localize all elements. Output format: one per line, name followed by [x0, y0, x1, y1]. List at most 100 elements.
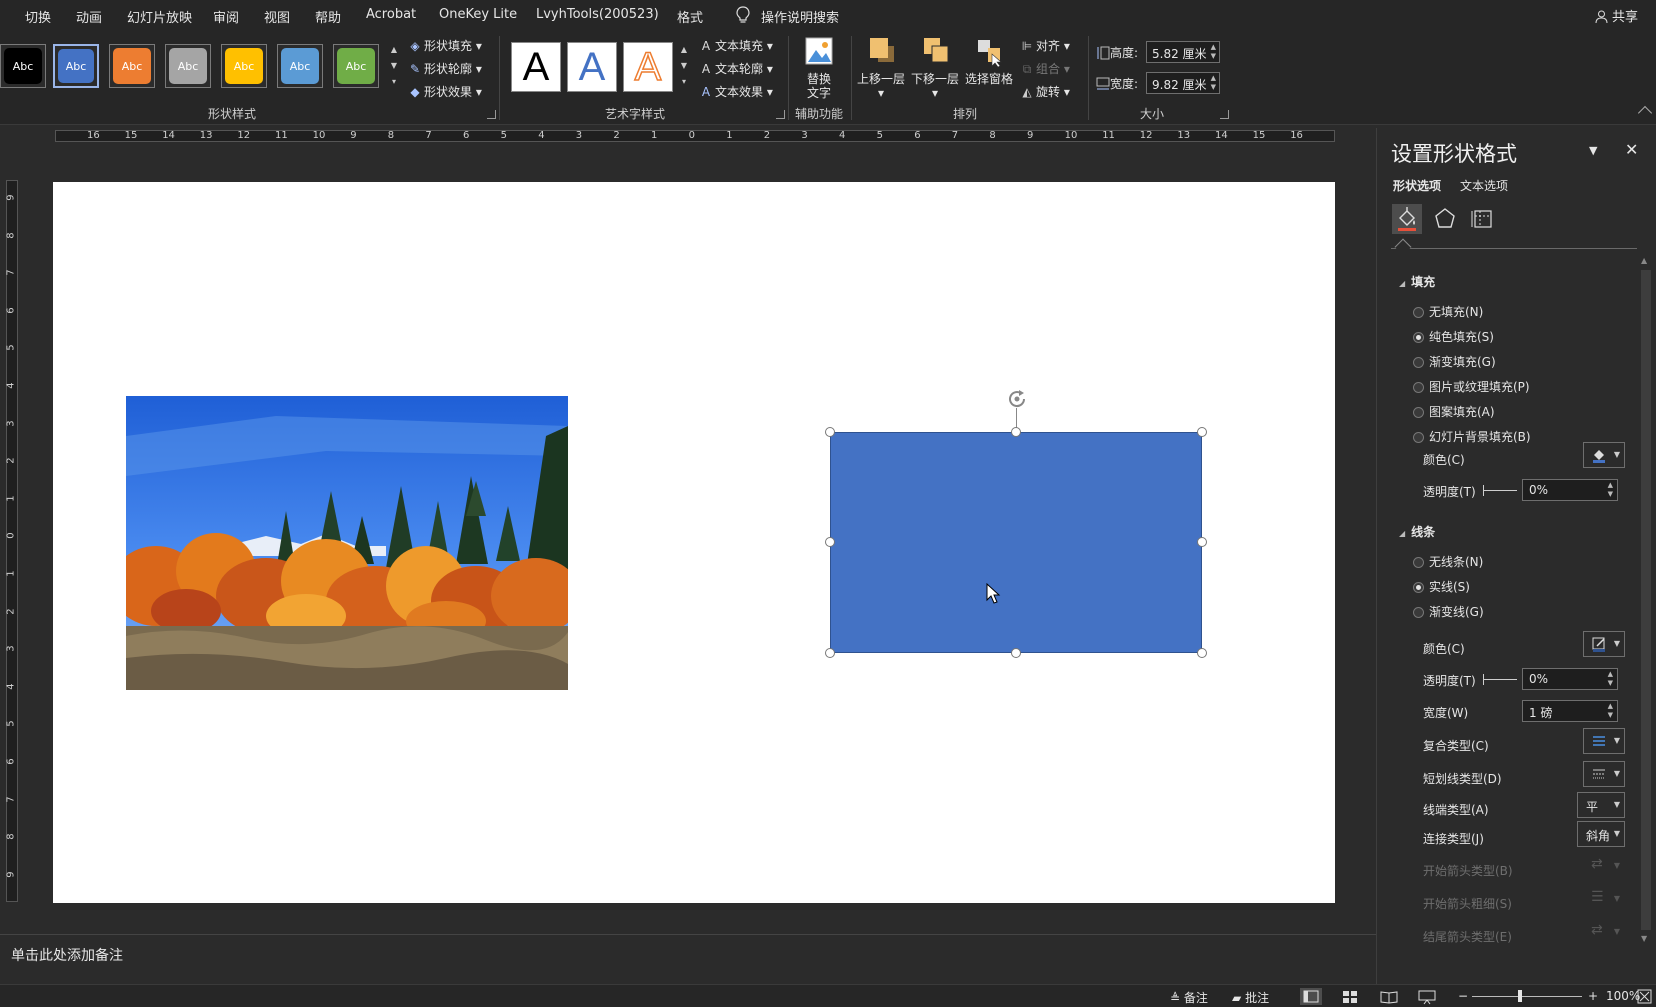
pane-scrollbar[interactable]: ▲ ▼: [1639, 256, 1653, 946]
cap-type-dropdown[interactable]: 平 ▼: [1577, 792, 1625, 818]
spinner[interactable]: ▲ ▼: [1608, 702, 1613, 720]
radio-slide-background-fill[interactable]: 幻灯片背景填充(B): [1413, 428, 1531, 445]
menu-slideshow[interactable]: 幻灯片放映: [127, 7, 192, 26]
tell-me-search[interactable]: 操作说明搜索: [761, 7, 839, 26]
width-input[interactable]: 9.82 厘米 ▲ ▼: [1146, 72, 1220, 94]
notes-toggle[interactable]: ≜ 备注: [1170, 989, 1208, 1006]
comments-toggle[interactable]: ▰ 批注: [1232, 989, 1269, 1006]
text-effects-button[interactable]: A 文本效果 ▾: [699, 83, 773, 100]
text-outline-button[interactable]: A 文本轮廓 ▾: [699, 60, 773, 77]
menu-view[interactable]: 视图: [264, 7, 290, 26]
radio-no-line[interactable]: 无线条(N): [1413, 553, 1483, 570]
wordart-style-blue[interactable]: A: [567, 42, 617, 92]
radio-picture-fill[interactable]: 图片或纹理填充(P): [1413, 378, 1530, 395]
height-input[interactable]: 5.82 厘米 ▲ ▼: [1146, 41, 1220, 63]
join-type-dropdown[interactable]: 斜角 ▼: [1577, 821, 1625, 847]
fill-transparency-input[interactable]: 0% ▲ ▼: [1522, 479, 1618, 501]
radio-gradient-line[interactable]: 渐变线(G): [1413, 603, 1484, 620]
shape-style-gray[interactable]: Abc: [165, 44, 211, 88]
scroll-down-icon[interactable]: ▼: [1641, 934, 1647, 943]
shape-style-black[interactable]: Abc: [0, 44, 46, 88]
group-button[interactable]: ⧉ 组合 ▾: [1020, 60, 1070, 77]
wordart-launcher[interactable]: [776, 110, 785, 119]
shape-style-green[interactable]: Abc: [333, 44, 379, 88]
resize-handle-top[interactable]: [1011, 427, 1021, 437]
notes-pane[interactable]: 单击此处添加备注: [0, 934, 1376, 984]
radio-solid-line[interactable]: 实线(S): [1413, 578, 1470, 595]
menu-animations[interactable]: 动画: [76, 7, 102, 26]
alt-text-button[interactable]: 替换 文字: [791, 36, 847, 100]
shape-style-blue[interactable]: Abc: [53, 44, 99, 88]
shape-style-orange[interactable]: Abc: [109, 44, 155, 88]
wordart-style-black[interactable]: A: [511, 42, 561, 92]
bring-forward-button[interactable]: 上移一层 ▾: [853, 36, 909, 100]
fit-to-window-icon[interactable]: [1636, 988, 1654, 1005]
resize-handle-left[interactable]: [825, 537, 835, 547]
section-fill-header[interactable]: 填充: [1399, 273, 1435, 290]
effects-pentagon-icon[interactable]: [1430, 204, 1460, 234]
wordart-gallery-scroll[interactable]: ▲ ▼ ▾: [678, 42, 690, 92]
shape-styles-launcher[interactable]: [487, 110, 496, 119]
shape-style-lightblue[interactable]: Abc: [277, 44, 323, 88]
resize-handle-top-right[interactable]: [1197, 427, 1207, 437]
fill-transparency-slider[interactable]: [1483, 485, 1517, 496]
menu-format[interactable]: 格式: [677, 7, 703, 26]
size-launcher[interactable]: [1220, 110, 1229, 119]
align-button[interactable]: ⊫ 对齐 ▾: [1020, 37, 1070, 54]
zoom-in-button[interactable]: +: [1588, 989, 1598, 1003]
shape-effects-button[interactable]: ◆ 形状效果 ▾: [408, 83, 481, 100]
resize-handle-right[interactable]: [1197, 537, 1207, 547]
tab-shape-options[interactable]: 形状选项: [1393, 177, 1441, 194]
menu-onekey-lite[interactable]: OneKey Lite: [439, 7, 517, 22]
fill-line-icon[interactable]: [1392, 204, 1422, 234]
shape-fill-button[interactable]: ◈ 形状填充 ▾: [408, 37, 481, 54]
scroll-thumb[interactable]: [1641, 270, 1651, 930]
compound-type-dropdown[interactable]: ▼: [1583, 728, 1625, 754]
close-icon[interactable]: ✕: [1625, 140, 1638, 159]
section-line-header[interactable]: 线条: [1399, 523, 1435, 540]
scroll-up-icon[interactable]: ▲: [1641, 256, 1647, 265]
shape-style-gallery-scroll[interactable]: ▲ ▼ ▾: [388, 42, 400, 92]
menu-help[interactable]: 帮助: [315, 7, 341, 26]
fill-color-dropdown[interactable]: ▼: [1583, 442, 1625, 468]
shape-outline-button[interactable]: ✎ 形状轮廓 ▾: [408, 60, 482, 77]
selection-pane-button[interactable]: 选择窗格: [961, 36, 1017, 86]
text-fill-button[interactable]: A 文本填充 ▾: [699, 37, 773, 54]
radio-pattern-fill[interactable]: 图案填充(A): [1413, 403, 1495, 420]
menu-review[interactable]: 审阅: [213, 7, 239, 26]
autumn-landscape-image[interactable]: [126, 396, 568, 690]
send-backward-button[interactable]: 下移一层 ▾: [907, 36, 963, 100]
resize-handle-bottom-left[interactable]: [825, 648, 835, 658]
reading-view-icon[interactable]: [1378, 988, 1400, 1005]
menu-acrobat[interactable]: Acrobat: [366, 7, 416, 22]
spinner[interactable]: ▲ ▼: [1608, 670, 1613, 688]
radio-solid-fill[interactable]: 纯色填充(S): [1413, 328, 1494, 345]
tab-text-options[interactable]: 文本选项: [1460, 177, 1508, 194]
radio-no-fill[interactable]: 无填充(N): [1413, 303, 1483, 320]
line-transparency-slider[interactable]: [1483, 674, 1517, 685]
resize-handle-top-left[interactable]: [825, 427, 835, 437]
dash-type-dropdown[interactable]: ▼: [1583, 761, 1625, 787]
menu-lvyhtools[interactable]: LvyhTools(200523): [536, 7, 659, 22]
end-arrow-type-dropdown[interactable]: ⇄ ▼: [1583, 919, 1625, 945]
wordart-style-orange-outline[interactable]: A: [623, 42, 673, 92]
pane-options-chevron-icon[interactable]: ▼: [1589, 144, 1597, 157]
slide-sorter-icon[interactable]: [1339, 988, 1361, 1005]
normal-view-icon[interactable]: [1300, 988, 1322, 1005]
menu-transitions[interactable]: 切换: [25, 7, 51, 26]
selected-rectangle-shape[interactable]: [830, 432, 1202, 653]
size-properties-icon[interactable]: [1468, 204, 1498, 234]
rotate-button[interactable]: ◭ 旋转 ▾: [1020, 83, 1069, 100]
line-transparency-input[interactable]: 0% ▲ ▼: [1522, 668, 1618, 690]
radio-gradient-fill[interactable]: 渐变填充(G): [1413, 353, 1496, 370]
slideshow-icon[interactable]: [1416, 988, 1438, 1005]
line-color-dropdown[interactable]: ▼: [1583, 631, 1625, 657]
begin-arrow-size-dropdown[interactable]: ☰ ▼: [1583, 886, 1625, 912]
line-width-input[interactable]: 1 磅 ▲ ▼: [1522, 700, 1618, 722]
zoom-slider[interactable]: [1472, 996, 1582, 997]
resize-handle-bottom[interactable]: [1011, 648, 1021, 658]
rotate-handle-icon[interactable]: [1005, 387, 1029, 411]
share-button[interactable]: 共享: [1595, 6, 1638, 25]
resize-handle-bottom-right[interactable]: [1197, 648, 1207, 658]
zoom-slider-thumb[interactable]: [1518, 990, 1522, 1002]
